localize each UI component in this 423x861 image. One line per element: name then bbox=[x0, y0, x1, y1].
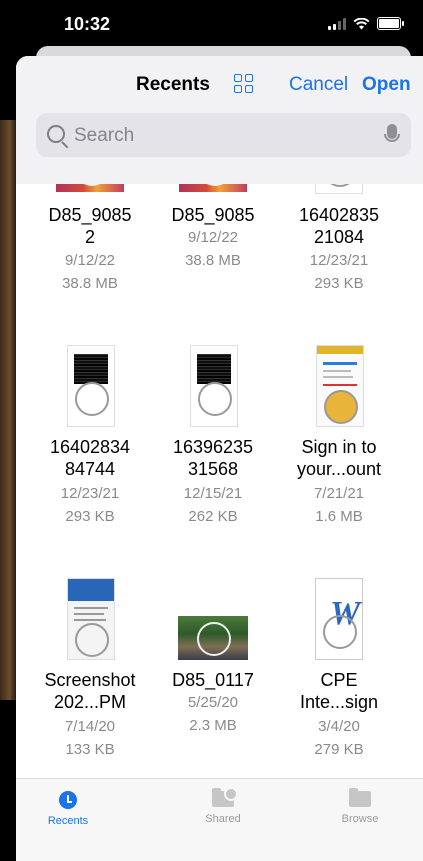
file-date: 12/15/21 bbox=[183, 485, 243, 502]
tab-bar: Recents Shared Browse bbox=[16, 778, 423, 861]
file-size: 279 KB bbox=[314, 741, 364, 758]
search-icon bbox=[47, 125, 65, 143]
file-name: CPE Inte...sign bbox=[299, 670, 379, 712]
page-title: Recents bbox=[136, 74, 210, 95]
document-picker-sheet: D85_9085 2 9/12/22 38.8 MB D85_9085 9/12/… bbox=[16, 56, 423, 861]
wifi-icon bbox=[353, 17, 370, 29]
thumbnail-content-line bbox=[74, 619, 106, 621]
file-thumbnail bbox=[67, 345, 115, 427]
file-name: D85_9085 bbox=[171, 205, 255, 225]
file-date: 9/12/22 bbox=[64, 252, 116, 269]
file-thumbnail bbox=[190, 345, 238, 427]
thumbnail-content-line bbox=[74, 613, 104, 615]
file-name: Sign in to your...ount bbox=[296, 437, 382, 479]
thumbnail-header-bar bbox=[68, 579, 114, 601]
shared-folder-icon bbox=[212, 787, 238, 807]
file-thumbnail bbox=[67, 578, 115, 660]
file-thumbnail-overlay bbox=[197, 622, 231, 656]
thumbnail-content-line bbox=[74, 607, 108, 609]
folder-icon bbox=[349, 788, 371, 807]
cancel-button[interactable]: Cancel bbox=[289, 74, 348, 96]
file-thumbnail-overlay bbox=[75, 382, 109, 416]
file-date: 3/4/20 bbox=[318, 718, 360, 735]
picker-header: Recents Cancel Open bbox=[16, 56, 423, 184]
status-time: 10:32 bbox=[64, 14, 111, 34]
search-bar[interactable] bbox=[36, 113, 411, 159]
thumbnail-header-bar bbox=[317, 346, 363, 354]
signal-icon bbox=[328, 17, 346, 30]
tab-shared[interactable]: Shared bbox=[183, 787, 263, 825]
clock-icon bbox=[59, 791, 77, 809]
file-thumbnail-overlay bbox=[75, 623, 109, 657]
thumbnail-content-line bbox=[323, 384, 357, 386]
search-input[interactable] bbox=[72, 113, 356, 159]
file-size: 293 KB bbox=[65, 508, 115, 525]
file-name: 16396235 31568 bbox=[172, 437, 254, 479]
file-name: 16402834 84744 bbox=[49, 437, 131, 479]
file-thumbnail bbox=[316, 345, 364, 427]
thumbnail-content-line bbox=[323, 362, 357, 365]
tab-browse[interactable]: Browse bbox=[320, 788, 400, 825]
file-size: 293 KB bbox=[314, 275, 364, 292]
status-icons bbox=[328, 17, 404, 30]
tab-recents[interactable]: Recents bbox=[28, 791, 108, 827]
battery-icon bbox=[377, 17, 404, 30]
file-date: 7/14/20 bbox=[64, 718, 116, 735]
file-name: D85_9085 2 bbox=[48, 205, 132, 247]
microphone-icon[interactable] bbox=[384, 124, 400, 142]
file-size: 38.8 MB bbox=[62, 275, 118, 292]
tab-label: Shared bbox=[205, 813, 241, 825]
file-date: 5/25/20 bbox=[187, 694, 239, 711]
status-bar: 10:32 bbox=[0, 0, 423, 46]
file-thumbnail-overlay bbox=[198, 382, 232, 416]
file-thumbnail: W bbox=[315, 578, 363, 660]
file-thumbnail-overlay bbox=[324, 390, 358, 424]
file-name: 16402835 21084 bbox=[298, 205, 380, 247]
file-name: D85_0117 bbox=[172, 670, 254, 690]
thumbnail-content-line bbox=[323, 376, 353, 378]
file-thumbnail bbox=[178, 616, 248, 660]
file-size: 38.8 MB bbox=[185, 252, 241, 269]
open-button[interactable]: Open bbox=[362, 74, 411, 96]
file-size: 2.3 MB bbox=[189, 717, 237, 734]
file-thumbnail-overlay bbox=[323, 615, 357, 649]
tab-label: Recents bbox=[47, 815, 89, 827]
screen: 10:32 D85_9085 2 9/12/22 38.8 MB D85_908… bbox=[0, 0, 423, 861]
qr-code-image bbox=[74, 354, 108, 384]
tab-label: Browse bbox=[341, 813, 379, 825]
thumbnail-content-line bbox=[323, 370, 351, 372]
file-date: 7/21/21 bbox=[313, 485, 365, 502]
file-date: 9/12/22 bbox=[187, 229, 239, 246]
file-size: 1.6 MB bbox=[315, 508, 363, 525]
file-name: Screenshot 202...PM bbox=[44, 670, 136, 712]
file-size: 262 KB bbox=[188, 508, 238, 525]
file-date: 12/23/21 bbox=[309, 252, 369, 269]
background-app-edge bbox=[0, 120, 16, 700]
qr-code-image bbox=[197, 354, 231, 384]
grid-view-icon[interactable] bbox=[234, 74, 254, 94]
file-size: 133 KB bbox=[65, 741, 115, 758]
file-date: 12/23/21 bbox=[60, 485, 120, 502]
